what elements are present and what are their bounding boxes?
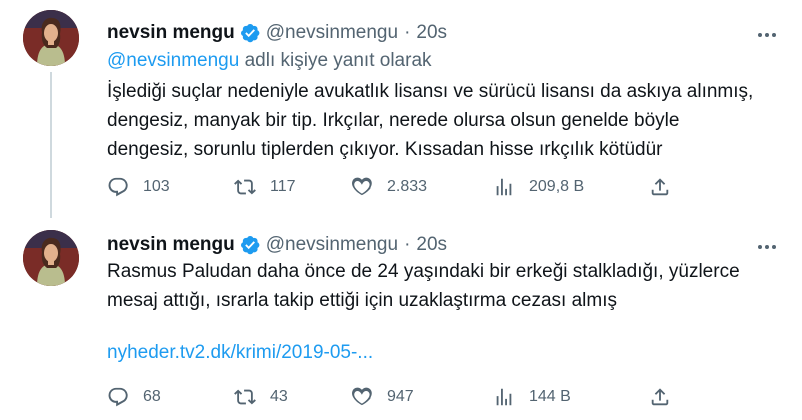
avatar[interactable] <box>23 230 79 286</box>
retweet-button[interactable]: 117 <box>234 174 296 200</box>
retweet-count: 117 <box>270 178 296 195</box>
author-handle[interactable]: @nevsinmengu <box>266 234 398 256</box>
share-button[interactable] <box>649 174 671 200</box>
heart-icon <box>352 387 372 406</box>
action-bar: 103 117 2.833 209,8 B <box>107 174 669 200</box>
separator: · <box>404 234 411 255</box>
retweet-icon <box>234 179 256 195</box>
tweet-header: nevsin mengu @nevsinmengu · 20s <box>107 22 447 44</box>
reply-count: 103 <box>143 178 170 195</box>
tweet-link[interactable]: nyheder.tv2.dk/krimi/2019-05-... <box>107 342 373 364</box>
more-icon[interactable] <box>754 22 780 48</box>
share-icon <box>651 178 669 196</box>
retweet-count: 43 <box>270 388 288 405</box>
tweet-text: İşlediği suçlar nedeniyle avukatlık lisa… <box>107 81 754 160</box>
share-icon <box>651 388 669 406</box>
separator: · <box>404 22 411 43</box>
timestamp[interactable]: 20s <box>416 22 447 44</box>
tweet-header: nevsin mengu @nevsinmengu · 20s <box>107 234 447 256</box>
views-button[interactable]: 144 B <box>493 384 571 410</box>
reply-count: 68 <box>143 388 161 405</box>
reply-icon <box>108 177 128 197</box>
author-name[interactable]: nevsin mengu <box>107 22 235 44</box>
author-handle[interactable]: @nevsinmengu <box>266 22 398 44</box>
reply-mention-link[interactable]: @nevsinmengu <box>107 50 239 71</box>
timestamp[interactable]: 20s <box>416 234 447 256</box>
thread-line <box>50 72 52 218</box>
heart-icon <box>352 177 372 196</box>
verified-badge-icon <box>239 22 261 44</box>
tweet-text: Rasmus Paludan daha önce de 24 yaşındaki… <box>107 261 740 311</box>
like-count: 947 <box>387 388 414 405</box>
retweet-icon <box>234 389 256 405</box>
reply-button[interactable]: 103 <box>107 174 170 200</box>
avatar[interactable] <box>23 10 79 66</box>
reply-icon <box>108 387 128 407</box>
views-count: 209,8 B <box>529 178 585 195</box>
reply-button[interactable]: 68 <box>107 384 161 410</box>
verified-badge-icon <box>239 234 261 256</box>
views-icon <box>496 388 512 406</box>
like-button[interactable]: 2.833 <box>351 174 427 200</box>
views-button[interactable]: 209,8 B <box>493 174 584 200</box>
action-bar: 68 43 947 144 B <box>107 384 669 410</box>
tweet[interactable]: nevsin mengu @nevsinmengu · 20s @nevsinm… <box>0 0 802 218</box>
views-count: 144 B <box>529 388 571 405</box>
share-button[interactable] <box>649 384 671 410</box>
views-icon <box>496 178 512 196</box>
like-button[interactable]: 947 <box>351 384 414 410</box>
reply-context-text: adlı kişiye yanıt olarak <box>239 50 432 71</box>
like-count: 2.833 <box>387 178 428 195</box>
author-name[interactable]: nevsin mengu <box>107 234 235 256</box>
retweet-button[interactable]: 43 <box>234 384 288 410</box>
reply-context: @nevsinmengu adlı kişiye yanıt olarak <box>107 50 432 72</box>
